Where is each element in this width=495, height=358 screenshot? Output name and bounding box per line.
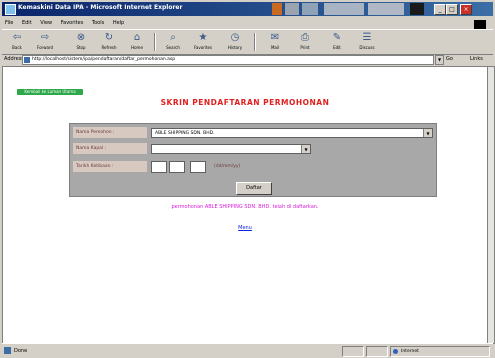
toolbar-separator (254, 33, 256, 51)
print-icon: ⎙ (301, 32, 309, 43)
arrival-month-input[interactable] (169, 161, 185, 173)
registration-form: Nama Pemohon : ABLE SHIPPING SDN. BHD. ▼… (69, 123, 437, 197)
address-label: Address (4, 56, 24, 62)
ie-icon (5, 4, 16, 15)
applicant-select[interactable]: ABLE SHIPPING SDN. BHD. ▼ (151, 128, 433, 138)
search-button[interactable]: ⌕ Search (162, 31, 184, 53)
status-text: Done (14, 348, 28, 354)
close-button[interactable]: × (460, 4, 472, 15)
page-title: SKRIN PENDAFTARAN PERMOHONAN (160, 98, 330, 107)
title-bar: Kemaskini Data IPA - Microsoft Internet … (2, 2, 493, 16)
forward-arrow-icon: ⇨ (40, 32, 50, 43)
status-cell (366, 346, 388, 357)
tray-icon (302, 3, 318, 15)
tray-icon (324, 3, 364, 15)
edit-icon: ✎ (332, 32, 342, 43)
history-icon: ◷ (230, 32, 240, 43)
stop-icon: ⊗ (76, 32, 86, 43)
edit-button[interactable]: ✎ Edit (326, 31, 348, 53)
back-arrow-icon: ⇦ (12, 32, 22, 43)
address-input[interactable]: http://localhost/sistem/ipa/pendaftaran/… (22, 55, 434, 65)
favorites-icon: ★ (198, 32, 208, 43)
history-button[interactable]: ◷ History (224, 31, 246, 53)
address-dropdown-icon[interactable]: ▼ (435, 55, 444, 65)
maximize-button[interactable]: □ (446, 4, 458, 15)
applicant-value: ABLE SHIPPING SDN. BHD. (155, 131, 215, 136)
menu-help[interactable]: Help (113, 20, 124, 26)
standard-toolbar: ⇦ Back ⇨ Forward ⊗ Stop ↻ Refresh ⌂ Home ⌕ Sea… (2, 29, 493, 55)
go-button[interactable]: Go (446, 56, 453, 62)
stop-button[interactable]: ⊗ Stop (70, 31, 92, 53)
submit-button[interactable]: Daftar (236, 182, 272, 195)
menu-view[interactable]: View (40, 20, 52, 26)
address-bar: Address http://localhost/sistem/ipa/pend… (2, 54, 493, 65)
zone-text: Internet (401, 349, 419, 354)
arrival-day-input[interactable] (151, 161, 167, 173)
print-button[interactable]: ⎙ Print (294, 31, 316, 53)
home-button[interactable]: ⌂ Home (126, 31, 148, 53)
arrival-year-input[interactable] (190, 161, 206, 173)
status-cell (342, 346, 364, 357)
date-format-hint: (dd/mm/yy) (214, 164, 241, 169)
vessel-select[interactable]: ▼ (151, 144, 311, 154)
mail-icon: ✉ (270, 32, 280, 43)
menu-edit[interactable]: Edit (22, 20, 32, 26)
back-button[interactable]: ⇦ Back (6, 31, 28, 53)
back-to-home-link[interactable]: Kembali ke Laman Utama (17, 89, 83, 95)
vessel-label: Nama Kapal : (73, 143, 147, 154)
search-icon: ⌕ (170, 32, 176, 43)
globe-icon (393, 349, 398, 354)
minimize-button[interactable]: _ (434, 4, 446, 15)
chevron-down-icon[interactable]: ▼ (423, 129, 432, 137)
window-title: Kemaskini Data IPA - Microsoft Internet … (18, 4, 183, 11)
menu-tools[interactable]: Tools (92, 20, 104, 26)
links-button[interactable]: Links (470, 56, 483, 62)
address-url: http://localhost/sistem/ipa/pendaftaran/… (32, 57, 176, 62)
refresh-icon: ↻ (104, 32, 114, 43)
browser-window: Kemaskini Data IPA - Microsoft Internet … (0, 0, 495, 358)
page-icon (24, 57, 30, 63)
discuss-button[interactable]: ☰ Discuss (356, 31, 378, 53)
menu-favorites[interactable]: Favorites (61, 20, 84, 26)
refresh-button[interactable]: ↻ Refresh (98, 31, 120, 53)
menu-link[interactable]: Menu (3, 225, 487, 231)
vertical-scrollbar[interactable] (487, 66, 495, 344)
arrival-date-label: Tarikh Ketibaan : (73, 161, 147, 172)
chevron-down-icon[interactable]: ▼ (301, 145, 310, 153)
applicant-label: Nama Pemohon : (73, 127, 147, 138)
home-icon: ⌂ (133, 32, 141, 43)
tray-icon (285, 3, 299, 15)
tray-icon (410, 3, 424, 15)
zone-cell: Internet (390, 346, 490, 357)
toolbar-separator (154, 33, 156, 51)
forward-button[interactable]: ⇨ Forward (34, 31, 56, 53)
tray-icon (272, 3, 282, 15)
menu-bar: File Edit View Favorites Tools Help (2, 18, 493, 30)
discuss-icon: ☰ (362, 32, 372, 43)
confirmation-message: permohonan ABLE SHIPPING SDN. BHD. telah… (171, 204, 319, 210)
menu-file[interactable]: File (5, 20, 13, 26)
mail-button[interactable]: ✉ Mail (264, 31, 286, 53)
tray-icon (368, 3, 404, 15)
page-content: Kembali ke Laman Utama SKRIN PENDAFTARAN… (2, 66, 488, 344)
favorites-button[interactable]: ★ Favorites (192, 31, 214, 53)
page-done-icon (4, 347, 11, 354)
status-bar: Done Internet (2, 343, 493, 357)
